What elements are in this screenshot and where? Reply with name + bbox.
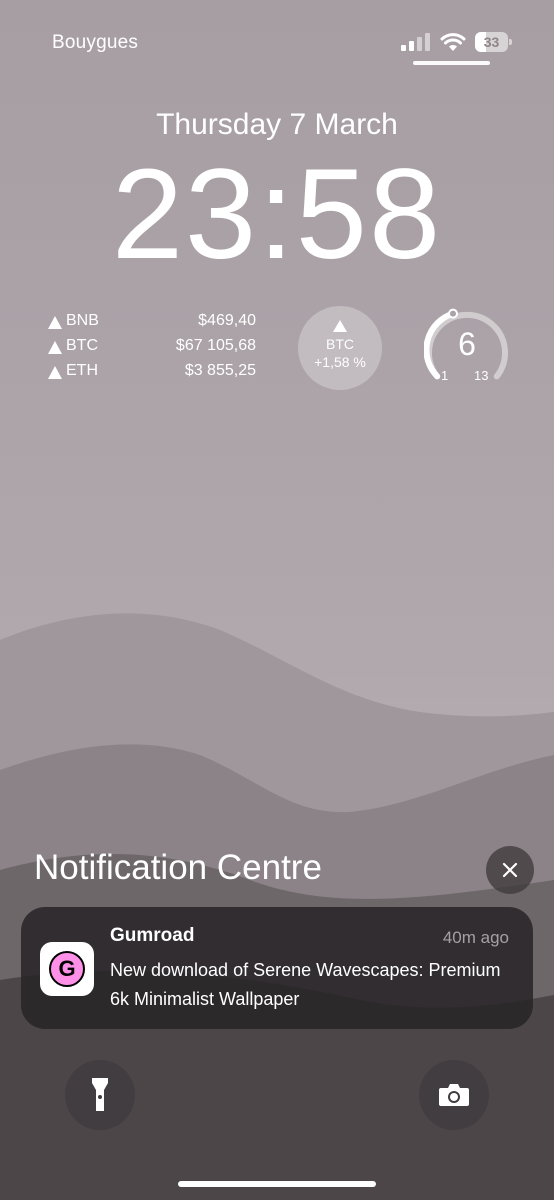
carrier-name: Bouygues [52,32,139,53]
gauge-value: 6 [458,326,476,362]
lock-screen: Bouygues 33 Thursday 7 March 23:58 BNB $… [0,0,554,1200]
crypto-row: BNB $469,40 [46,312,256,337]
flashlight-button[interactable] [65,1060,135,1130]
btc-change: +1,58 % [314,354,366,370]
lock-date: Thursday 7 March [156,108,398,141]
gauge-max: 13 [474,368,489,383]
up-triangle-icon [48,366,62,379]
notification-message: New download of Serene Wavescapes: Premi… [110,960,501,1009]
up-triangle-icon [333,320,347,332]
battery-percentage: 33 [483,34,500,50]
crypto-prices-widget[interactable]: BNB $469,40 BTC $67 105,68 ETH $3 855,25 [46,312,256,387]
crypto-price: $3 855,25 [184,362,256,379]
camera-button[interactable] [419,1060,489,1130]
gauge-widget[interactable]: 6 1 13 [424,306,510,392]
btc-change-widget[interactable]: BTC +1,58 % [298,306,382,390]
notification-time: 40m ago [442,928,509,947]
notification-app-name: Gumroad [110,925,195,946]
crypto-symbol: ETH [66,362,98,379]
home-indicator[interactable] [178,1181,376,1187]
crypto-price: $469,40 [198,312,256,329]
notification-card[interactable]: G Gumroad 40m ago New download of Serene… [21,907,533,1029]
crypto-price: $67 105,68 [175,337,256,354]
crypto-symbol: BTC [66,337,98,354]
status-icons: 33 [401,30,512,54]
btc-label: BTC [326,336,354,352]
crypto-row: ETH $3 855,25 [46,362,256,387]
crypto-symbol: BNB [66,312,99,329]
battery-nub [509,39,512,45]
gauge-marker [448,308,458,319]
battery-icon: 33 [475,32,512,52]
flashlight-icon [92,1078,108,1111]
gumroad-app-icon: G [40,942,94,996]
close-icon [502,862,518,878]
lock-time: 23:58 [111,143,443,286]
cellular-signal-icon [401,33,430,51]
notification-centre-title: Notification Centre [34,848,322,887]
crypto-row: BTC $67 105,68 [46,337,256,362]
camera-icon [439,1084,469,1106]
wifi-icon [440,32,466,51]
clear-notifications-button[interactable] [486,846,534,894]
up-triangle-icon [48,316,62,329]
up-triangle-icon [48,341,62,354]
gauge-min: 1 [441,368,449,383]
control-centre-grabber[interactable] [413,61,490,65]
gumroad-logo: G [49,951,85,987]
